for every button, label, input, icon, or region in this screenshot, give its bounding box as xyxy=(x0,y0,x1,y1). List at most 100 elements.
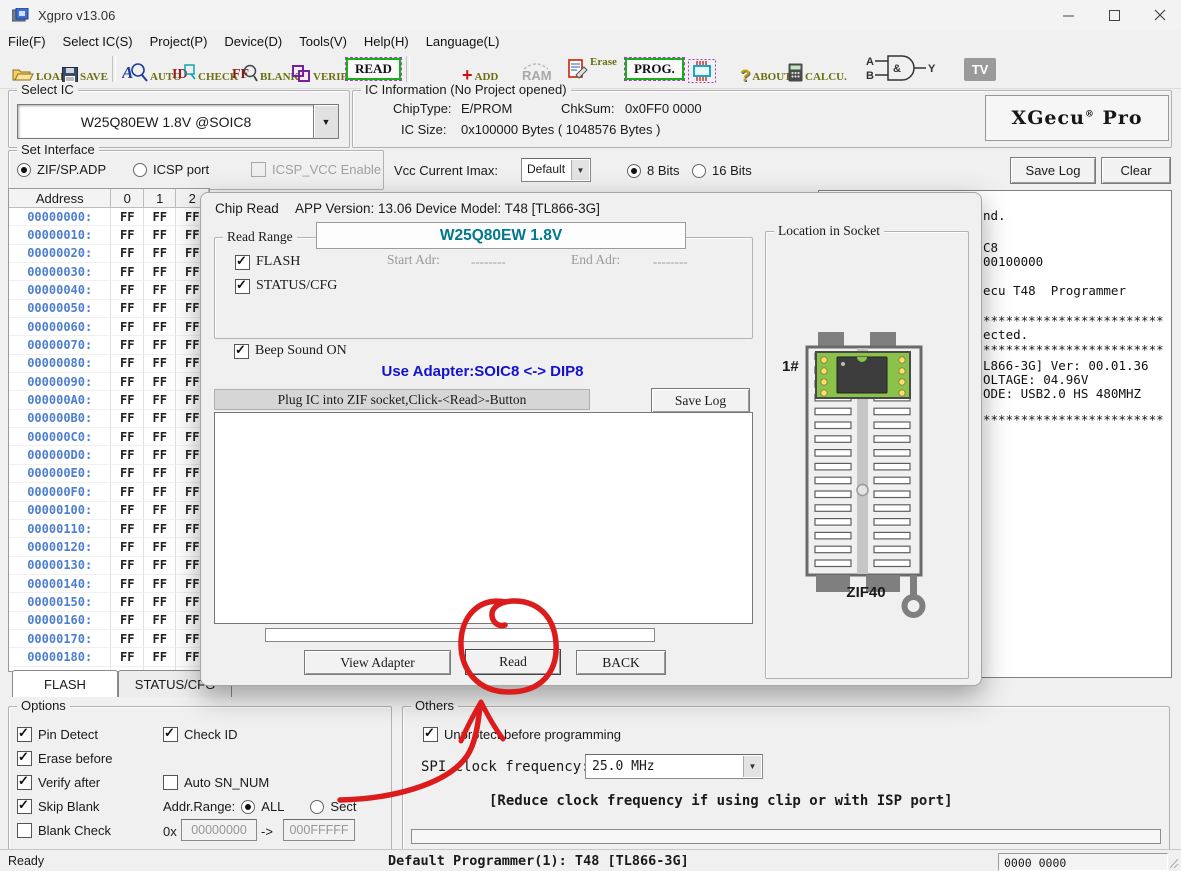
spi-clock-combobox[interactable]: 25.0 MHz ▼ xyxy=(585,754,763,779)
hex-byte-cell[interactable]: FF xyxy=(111,648,144,666)
hex-byte-cell[interactable]: FF xyxy=(111,575,144,593)
chip-test-button[interactable] xyxy=(688,57,716,83)
hex-row[interactable]: 00000090:FFFFFF xyxy=(9,373,209,391)
hex-byte-cell[interactable]: FF xyxy=(144,465,177,483)
hex-row[interactable]: 000000B0:FFFFFF xyxy=(9,410,209,428)
verify-after-checkbox[interactable] xyxy=(17,775,32,790)
hex-byte-cell[interactable]: FF xyxy=(144,391,177,409)
hex-byte-cell[interactable]: FF xyxy=(144,575,177,593)
pin-detect-row[interactable]: Pin Detect xyxy=(17,727,98,742)
menu-item-device[interactable]: Device(D) xyxy=(224,34,282,49)
addr-sect-radio[interactable] xyxy=(310,800,324,814)
close-button[interactable] xyxy=(1138,0,1181,30)
erase-before-checkbox[interactable] xyxy=(17,751,32,766)
blank-check-checkbox[interactable] xyxy=(17,823,32,838)
hex-row[interactable]: 000000C0:FFFFFF xyxy=(9,428,209,446)
view-adapter-button[interactable]: View Adapter xyxy=(304,650,451,675)
hex-byte-cell[interactable]: FF xyxy=(144,502,177,520)
blank-button[interactable]: FF BLANK xyxy=(232,57,299,83)
hex-row[interactable]: 000000E0:FFFFFF xyxy=(9,465,209,483)
hex-row[interactable]: 00000040:FFFFFF xyxy=(9,281,209,299)
pin-detect-checkbox[interactable] xyxy=(17,727,32,742)
hex-row[interactable]: 00000160:FFFFFF xyxy=(9,612,209,630)
hex-byte-cell[interactable]: FF xyxy=(111,557,144,575)
hex-byte-cell[interactable]: FF xyxy=(111,538,144,556)
skip-blank-row[interactable]: Skip Blank xyxy=(17,799,99,814)
hex-row[interactable]: 00000140:FFFFFF xyxy=(9,575,209,593)
clear-button[interactable]: Clear xyxy=(1101,157,1171,184)
zif-radio[interactable]: ZIF/SP.ADP xyxy=(17,162,106,177)
menu-item-select-ic[interactable]: Select IC(S) xyxy=(63,34,133,49)
hex-byte-cell[interactable]: FF xyxy=(111,502,144,520)
hex-byte-cell[interactable]: FF xyxy=(144,336,177,354)
hex-row[interactable]: 00000070:FFFFFF xyxy=(9,336,209,354)
hex-byte-cell[interactable]: FF xyxy=(144,373,177,391)
chevron-down-icon[interactable]: ▼ xyxy=(571,160,589,180)
read-button[interactable]: Read xyxy=(465,649,561,675)
hex-byte-cell[interactable]: FF xyxy=(144,630,177,648)
calcu-button[interactable]: CALCU. xyxy=(788,57,847,83)
hex-byte-cell[interactable]: FF xyxy=(111,300,144,318)
erase-button[interactable]: Erase xyxy=(568,57,617,83)
ic-select-dropdown-button[interactable]: ▼ xyxy=(313,104,339,139)
save-log-button-main[interactable]: Save Log xyxy=(1010,157,1096,184)
hex-row[interactable]: 00000170:FFFFFF xyxy=(9,630,209,648)
menu-item-file[interactable]: File(F) xyxy=(8,34,46,49)
menu-item-tools[interactable]: Tools(V) xyxy=(299,34,347,49)
hex-row[interactable]: 00000030:FFFFFF xyxy=(9,263,209,281)
hex-byte-cell[interactable]: FF xyxy=(111,483,144,501)
icsp-radio-circle[interactable] xyxy=(133,163,147,177)
hex-byte-cell[interactable]: FF xyxy=(111,593,144,611)
hex-byte-cell[interactable]: FF xyxy=(111,245,144,263)
check-id-row[interactable]: Check ID xyxy=(163,727,237,742)
hex-row[interactable]: 00000080:FFFFFF xyxy=(9,355,209,373)
logic-gate-button[interactable]: A B & Y xyxy=(866,56,942,82)
hex-row[interactable]: 00000150:FFFFFF xyxy=(9,593,209,611)
hex-byte-cell[interactable]: FF xyxy=(111,318,144,336)
hex-row[interactable]: 000000D0:FFFFFF xyxy=(9,446,209,464)
hex-byte-cell[interactable]: FF xyxy=(144,483,177,501)
hex-byte-cell[interactable]: FF xyxy=(144,612,177,630)
hex-byte-cell[interactable]: FF xyxy=(111,355,144,373)
erase-before-row[interactable]: Erase before xyxy=(17,751,112,766)
hex-byte-cell[interactable]: FF xyxy=(144,593,177,611)
hex-row[interactable]: 00000000:FFFFFF xyxy=(9,208,209,226)
status-cfg-checkbox-row[interactable]: STATUS/CFG xyxy=(235,278,337,294)
beep-checkbox-row[interactable]: Beep Sound ON xyxy=(234,343,347,359)
hex-row[interactable]: 00000060:FFFFFF xyxy=(9,318,209,336)
hex-byte-cell[interactable]: FF xyxy=(144,226,177,244)
hex-byte-cell[interactable]: FF xyxy=(111,612,144,630)
bits16-radio-circle[interactable] xyxy=(692,164,706,178)
hex-buffer-grid[interactable]: Address012 00000000:FFFFFF00000010:FFFFF… xyxy=(8,188,210,672)
hex-byte-cell[interactable]: FF xyxy=(111,226,144,244)
vcc-combobox[interactable]: Default ▼ xyxy=(521,158,591,182)
tab-flash[interactable]: FLASH xyxy=(12,670,118,697)
hex-row[interactable]: 00000010:FFFFFF xyxy=(9,226,209,244)
hex-byte-cell[interactable]: FF xyxy=(144,520,177,538)
beep-checkbox[interactable] xyxy=(234,344,249,359)
prog-button[interactable]: PROG. xyxy=(625,58,684,80)
save-button[interactable]: SAVE xyxy=(62,57,108,83)
back-button[interactable]: BACK xyxy=(576,650,666,675)
hex-byte-cell[interactable]: FF xyxy=(144,245,177,263)
hex-byte-cell[interactable]: FF xyxy=(144,648,177,666)
bits8-radio-circle[interactable] xyxy=(627,164,641,178)
hex-byte-cell[interactable]: FF xyxy=(111,281,144,299)
hex-row[interactable]: 00000050:FFFFFF xyxy=(9,300,209,318)
tv-button[interactable]: TV xyxy=(964,58,996,81)
hex-byte-cell[interactable]: FF xyxy=(144,300,177,318)
hex-byte-cell[interactable]: FF xyxy=(111,630,144,648)
icsp-radio[interactable]: ICSP port xyxy=(133,162,209,177)
hex-row[interactable]: 00000110:FFFFFF xyxy=(9,520,209,538)
menu-item-project[interactable]: Project(P) xyxy=(150,34,208,49)
check-button[interactable]: ID CHECK xyxy=(172,57,238,83)
add-button[interactable]: + ADD xyxy=(462,57,498,83)
hex-byte-cell[interactable]: FF xyxy=(144,263,177,281)
addr-from-input[interactable]: 00000000 xyxy=(181,819,257,841)
ic-select-combobox[interactable]: W25Q80EW 1.8V @SOIC8 xyxy=(17,104,315,139)
addr-all-radio[interactable] xyxy=(241,800,255,814)
hex-byte-cell[interactable]: FF xyxy=(144,446,177,464)
menu-item-language[interactable]: Language(L) xyxy=(426,34,500,49)
hex-byte-cell[interactable]: FF xyxy=(144,318,177,336)
flash-checkbox-row[interactable]: FLASH xyxy=(235,254,300,270)
